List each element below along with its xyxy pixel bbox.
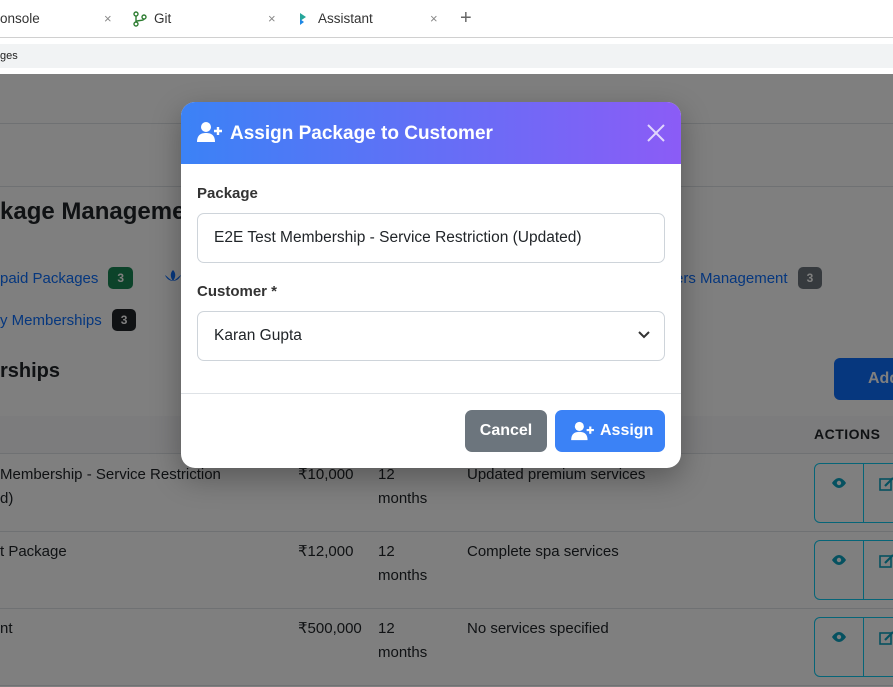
address-bar[interactable]: ges bbox=[0, 44, 893, 68]
close-tab-icon[interactable]: × bbox=[268, 11, 276, 26]
modal-title: Assign Package to Customer bbox=[230, 123, 493, 144]
package-field: E2E Test Membership - Service Restrictio… bbox=[197, 213, 665, 263]
user-plus-icon bbox=[571, 421, 595, 441]
tab-label: Assistant bbox=[318, 11, 373, 26]
git-icon bbox=[132, 10, 148, 27]
assistant-icon bbox=[296, 11, 312, 27]
tab-assistant[interactable]: Assistant × bbox=[296, 0, 438, 37]
assign-button[interactable]: Assign bbox=[555, 410, 665, 452]
user-plus-icon bbox=[197, 121, 223, 148]
customer-select[interactable]: Karan Gupta bbox=[197, 311, 665, 361]
tab-console[interactable]: onsole × bbox=[0, 0, 112, 37]
tab-label: Git bbox=[154, 11, 172, 26]
close-icon[interactable] bbox=[645, 122, 667, 144]
ide-tab-bar: onsole × Git × Assistant × + bbox=[0, 0, 893, 38]
divider bbox=[181, 393, 681, 394]
tab-git[interactable]: Git × bbox=[132, 0, 276, 37]
package-label: Package bbox=[197, 185, 258, 202]
close-tab-icon[interactable]: × bbox=[104, 11, 112, 26]
cancel-button[interactable]: Cancel bbox=[465, 410, 547, 452]
assign-label: Assign bbox=[600, 422, 654, 439]
chevron-down-icon bbox=[637, 330, 651, 340]
close-tab-icon[interactable]: × bbox=[430, 11, 438, 26]
tab-label: onsole bbox=[0, 11, 40, 26]
modal-header: Assign Package to Customer bbox=[181, 102, 681, 164]
customer-label: Customer * bbox=[197, 283, 278, 300]
customer-selected-value: Karan Gupta bbox=[214, 327, 302, 344]
new-tab-button[interactable]: + bbox=[460, 8, 472, 28]
assign-package-modal: Assign Package to Customer Package E2E T… bbox=[181, 102, 681, 468]
